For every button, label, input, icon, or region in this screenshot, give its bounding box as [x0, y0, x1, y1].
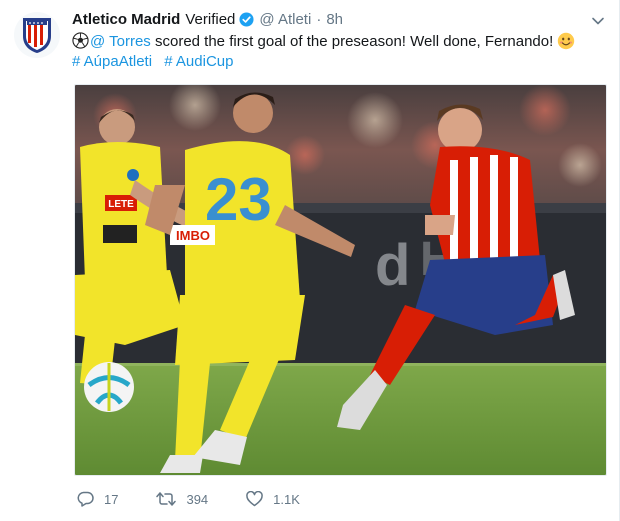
- hashtag-link[interactable]: # AúpaAtleti: [72, 53, 152, 70]
- reply-icon: [77, 491, 94, 507]
- retweet-count: 394: [186, 491, 209, 507]
- match-ball: [84, 362, 134, 412]
- reply-button[interactable]: 17: [77, 491, 118, 507]
- avatar[interactable]: [14, 12, 60, 58]
- sponsor-text-2: IMBO: [176, 228, 210, 243]
- verified-label: Verified: [185, 11, 236, 28]
- retweet-button[interactable]: 394: [156, 491, 208, 507]
- chevron-down-icon[interactable]: [591, 14, 605, 28]
- tweet-header: Atletico Madrid Verified @ Atleti · 8h: [72, 11, 343, 28]
- atletico-crest-icon: [23, 18, 51, 53]
- tweet-body: scored the first goal of the preseason! …: [150, 33, 554, 50]
- author-name[interactable]: Atletico Madrid: [72, 11, 180, 28]
- tweet-card[interactable]: Atletico Madrid Verified @ Atleti · 8h @…: [0, 0, 620, 521]
- like-count: 1.1K: [273, 491, 300, 507]
- verified-badge-icon: [239, 12, 254, 27]
- tweet-photo[interactable]: d H LETE 23 IMBO: [74, 84, 607, 476]
- jersey-number: 23: [205, 166, 272, 233]
- soccer-ball-icon: [72, 32, 89, 49]
- football-photo: d H LETE 23 IMBO: [75, 85, 606, 475]
- tweet-timestamp[interactable]: 8h: [326, 11, 343, 28]
- hashtag-row: # AúpaAtleti # AudiCup: [72, 52, 241, 72]
- retweet-icon: [156, 492, 177, 506]
- smiling-face-icon: [558, 32, 575, 50]
- reply-count: 17: [104, 491, 119, 507]
- hashtag-link[interactable]: # AudiCup: [164, 53, 233, 70]
- author-handle[interactable]: @ Atleti: [259, 11, 311, 28]
- like-button[interactable]: 1.1K: [246, 491, 300, 507]
- tweet-actions: 17 394 1.1K: [77, 491, 338, 507]
- separator-dot: ·: [316, 11, 322, 28]
- sponsor-text: LETE: [108, 199, 134, 210]
- svg-text:d: d: [375, 233, 410, 298]
- tweet-text: @ Torres scored the first goal of the pr…: [72, 31, 607, 53]
- heart-icon: [246, 491, 263, 507]
- mention-link[interactable]: @ Torres: [90, 33, 151, 50]
